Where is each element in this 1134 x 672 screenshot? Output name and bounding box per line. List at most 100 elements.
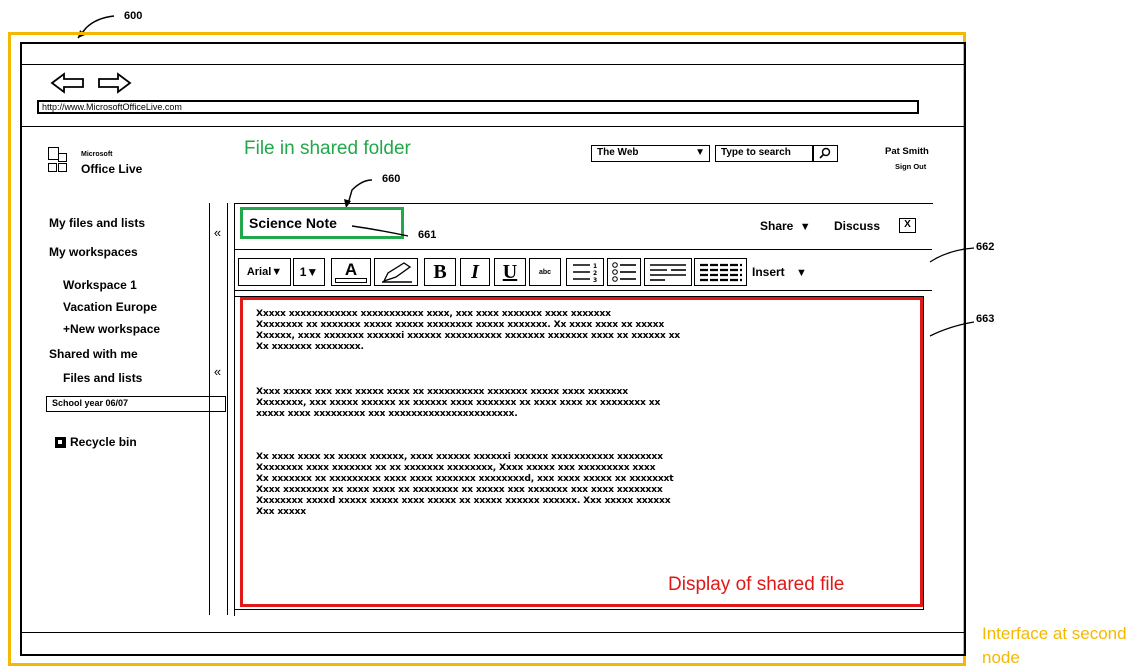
ref-661-leader [351,225,409,237]
body-line: Xxxx xxxxx xxx xxx xxxxx xxxx xx xxxxxxx… [256,386,628,397]
body-line: Xxxxx xxxxxxxxxxxx xxxxxxxxxxx xxxx, xxx… [256,308,611,319]
sidebar-item-my-files[interactable]: My files and lists [49,216,145,230]
bullet-list-button[interactable] [607,258,641,286]
office-live-logo [48,147,68,175]
highlight-button[interactable] [374,258,418,286]
sidebar-item-school-year[interactable]: School year 06/07 [46,396,226,412]
numbered-list-button[interactable]: 1 2 3 [566,258,604,286]
search-icon [819,147,831,159]
chevron-down-icon: ▼ [695,147,705,158]
body-line: Xx xxxxxxx xx xxxxxxxxx xxxx xxxx xxxxxx… [256,473,674,484]
scroll-up-icon-lower[interactable]: « [209,364,226,379]
body-line: Xxxxxxxx xxxxd xxxxx xxxxx xxxx xxxxx xx… [256,495,671,506]
body-line: Xxxx xxxxxxxx xx xxxx xxxx xx xxxxxxxx x… [256,484,663,495]
close-button[interactable]: X [899,218,916,233]
body-line: xxxxx xxxx xxxxxxxxx xxx xxxxxxxxxxxxxxx… [256,408,518,419]
svg-text:2: 2 [593,270,597,277]
bold-button[interactable]: B [424,258,456,286]
sidebar-item-files-and-lists[interactable]: Files and lists [63,371,142,385]
decrease-indent-button[interactable] [644,258,692,286]
chevron-down-icon: ▼ [799,221,811,233]
sidebar-item-workspace-1[interactable]: Workspace 1 [63,278,137,292]
search-placeholder: Type to search [721,147,791,158]
highlighter-icon [382,262,412,283]
search-scope-label: The Web [597,147,639,158]
body-line: Xxxxxxxx xxxx xxxxxxx xx xx xxxxxxx xxxx… [256,462,656,473]
font-select[interactable]: Arial ▼ [238,258,291,286]
justify-icon [699,263,742,282]
bold-icon: B [433,260,447,283]
title-rule [22,64,964,65]
sidebar-item-my-workspaces[interactable]: My workspaces [49,245,138,259]
ref-662: 662 [976,241,995,253]
body-line: Xxxxxx, xxxx xxxxxxx xxxxxxi xxxxxx xxxx… [256,330,681,341]
insert-menu[interactable]: Insert ▼ [752,265,807,279]
share-label: Share [760,219,794,233]
chevron-down-icon: ▼ [306,265,319,279]
italic-button[interactable]: I [460,258,490,286]
ref-600: 600 [124,10,143,22]
recycle-bin-icon[interactable] [55,437,66,448]
font-size-label: 1 [299,265,307,279]
chevron-down-icon: ▼ [796,267,807,279]
ref-662-leader [929,247,975,263]
interface-annotation: Interface at second node [982,622,1130,670]
scroll-up-icon[interactable]: « [209,225,226,240]
body-line: Xxxxxxxx, xxx xxxxx xxxxxx xx xxxxxx xxx… [256,397,661,408]
underline-button[interactable]: U [494,258,526,286]
toolbar-bottom-rule [235,290,932,291]
sidebar-item-vacation-europe[interactable]: Vacation Europe [63,300,157,314]
font-size-select[interactable]: 1 ▼ [293,258,325,286]
italic-icon: I [471,260,479,283]
ref-660: 660 [382,173,401,185]
sidebar-item-new-workspace[interactable]: +New workspace [63,322,160,336]
logo-main-text: Office Live [81,162,143,176]
close-icon: X [904,219,911,230]
interface-annotation-text: Interface at second node [982,624,1127,667]
body-line: Xxx xxxxx [256,506,306,517]
discuss-link[interactable]: Discuss [834,219,880,233]
chevron-down-icon: ▼ [271,266,283,278]
font-color-button[interactable]: A [331,258,371,286]
share-menu[interactable]: Share ▼ [760,219,811,233]
ref-661: 661 [418,229,437,241]
font-label: Arial [246,266,272,278]
sidebar-item-recycle-bin[interactable]: Recycle bin [70,435,137,449]
ref-663: 663 [976,313,995,325]
bullet-list-icon [612,262,636,282]
insert-label: Insert [752,265,785,279]
paragraph-2: Xxxx xxxxx xxx xxx xxxxx xxxx xx xxxxxxx… [256,386,660,419]
strikethrough-icon: abc [538,268,552,276]
svg-text:1: 1 [593,263,597,270]
logo-small-text: Microsoft [81,151,113,158]
user-name: Pat Smith [885,146,929,157]
ref-663-leader [929,321,975,337]
body-line: Xx xxxx xxxx xx xxxxx xxxxxx, xxxx xxxxx… [256,451,663,462]
shared-folder-annotation: File in shared folder [244,136,414,161]
svg-text:3: 3 [593,277,597,284]
search-scope-select[interactable]: The Web ▼ [591,145,710,162]
url-bar[interactable]: http://www.MicrosoftOfficeLive.com [37,100,919,114]
chrome-rule [22,126,964,127]
paragraph-3: Xx xxxx xxxx xx xxxxx xxxxxx, xxxx xxxxx… [256,451,674,517]
indent-icon [650,264,686,281]
search-button[interactable] [813,145,838,162]
justify-button[interactable] [694,258,747,286]
paragraph-1: Xxxxx xxxxxxxxxxxx xxxxxxxxxxx xxxx, xxx… [256,308,680,352]
school-year-label: School year 06/07 [52,398,129,408]
search-input[interactable]: Type to search [715,145,813,162]
body-line: Xxxxxxxx xx xxxxxxx xxxxx xxxxx xxxxxxxx… [256,319,665,330]
back-arrow-icon[interactable] [50,72,86,94]
strikethrough-button[interactable]: abc [529,258,561,286]
toolbar-top-rule [235,249,932,250]
sign-out-link[interactable]: Sign Out [895,162,926,171]
sidebar-item-shared-with-me[interactable]: Shared with me [49,347,138,361]
underline-icon: U [502,260,518,283]
forward-arrow-icon[interactable] [96,72,132,94]
numbered-list-icon: 1 2 3 [573,263,597,284]
shared-folder-annotation-text: File in shared folder [244,138,411,159]
body-line: Xx xxxxxxx xxxxxxxx. [256,341,364,352]
font-color-icon: A [344,259,358,279]
footer-rule [22,632,964,633]
display-annotation: Display of shared file [668,574,845,595]
